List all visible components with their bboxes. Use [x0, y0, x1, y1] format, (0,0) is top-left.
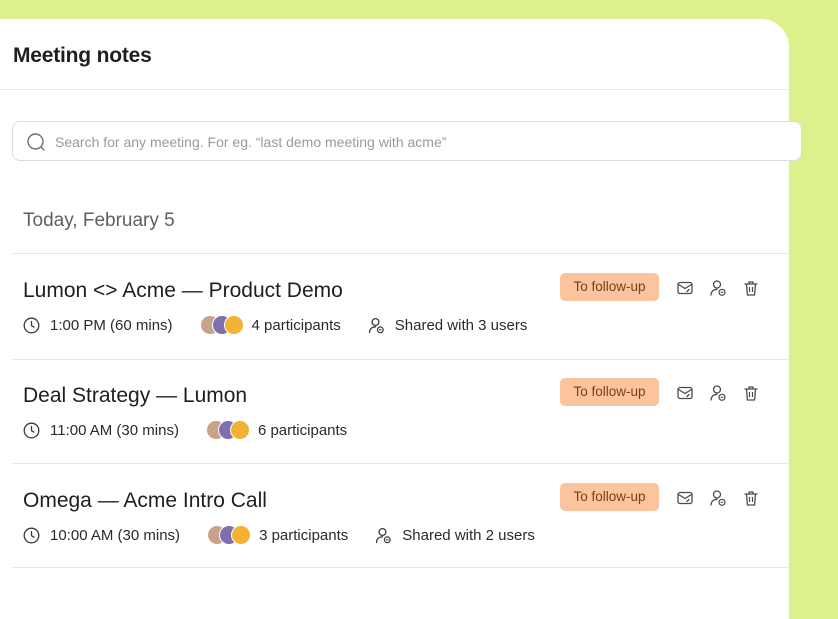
page-title: Meeting notes [13, 44, 152, 67]
follow-up-tag[interactable]: To follow-up [560, 273, 659, 301]
meeting-participants[interactable]: 4 participants [199, 315, 341, 335]
share-user-icon[interactable] [709, 489, 727, 507]
search-input[interactable] [55, 132, 755, 152]
meeting-shared[interactable]: Shared with 3 users [368, 316, 528, 334]
meeting-item[interactable]: Deal Strategy — Lumon 11:00 AM (30 mins)… [0, 360, 789, 464]
follow-up-mail-icon[interactable] [676, 279, 694, 297]
avatar [223, 315, 244, 335]
participants-count: 6 participants [257, 421, 348, 439]
meeting-meta: 10:00 AM (30 mins) 3 participants Shared… [23, 525, 535, 545]
meeting-participants[interactable]: 3 participants [207, 525, 348, 545]
clock-icon [23, 527, 40, 544]
meeting-meta: 1:00 PM (60 mins) 4 participants Shared … [23, 315, 527, 335]
meeting-participants[interactable]: 6 participants [205, 420, 348, 440]
delete-icon[interactable] [742, 279, 760, 297]
participants-count: 4 participants [251, 316, 341, 334]
meeting-title[interactable]: Deal Strategy — Lumon [23, 384, 247, 408]
participant-avatars [199, 315, 244, 335]
shared-users-icon [375, 527, 392, 544]
divider [12, 463, 789, 464]
share-user-icon[interactable] [709, 279, 727, 297]
search-bar[interactable] [12, 121, 802, 161]
clock-icon [23, 422, 40, 439]
meeting-time-text: 10:00 AM (30 mins) [50, 526, 181, 544]
date-group-heading: Today, February 5 [23, 210, 175, 231]
meeting-time: 1:00 PM (60 mins) [23, 317, 173, 334]
share-user-icon[interactable] [709, 384, 727, 402]
participant-avatars [205, 420, 250, 440]
meeting-time-text: 1:00 PM (60 mins) [50, 316, 173, 334]
meeting-title[interactable]: Omega — Acme Intro Call [23, 489, 267, 513]
search-icon [27, 133, 45, 151]
delete-icon[interactable] [742, 384, 760, 402]
shared-users-text: Shared with 2 users [402, 526, 535, 544]
delete-icon[interactable] [742, 489, 760, 507]
avatar [231, 525, 252, 545]
clock-icon [23, 317, 40, 334]
meeting-meta: 11:00 AM (30 mins) 6 participants [23, 420, 347, 440]
divider [12, 567, 789, 568]
avatar [229, 420, 250, 440]
meeting-item[interactable]: Lumon <> Acme — Product Demo 1:00 PM (60… [0, 255, 789, 359]
participants-count: 3 participants [259, 526, 349, 544]
shared-users-text: Shared with 3 users [394, 316, 528, 334]
meeting-item[interactable]: Omega — Acme Intro Call 10:00 AM (30 min… [0, 465, 789, 569]
follow-up-mail-icon[interactable] [676, 384, 694, 402]
follow-up-mail-icon[interactable] [676, 489, 694, 507]
shared-users-icon [368, 317, 385, 334]
meeting-title[interactable]: Lumon <> Acme — Product Demo [23, 279, 343, 303]
follow-up-tag[interactable]: To follow-up [560, 483, 659, 511]
divider [12, 253, 789, 254]
meeting-time-text: 11:00 AM (30 mins) [50, 421, 179, 439]
meeting-time: 11:00 AM (30 mins) [23, 422, 179, 439]
meeting-notes-panel: Meeting notes Today, February 5 Lumon <>… [0, 19, 802, 619]
follow-up-tag[interactable]: To follow-up [560, 378, 659, 406]
header: Meeting notes [0, 19, 789, 90]
participant-avatars [207, 525, 252, 545]
meeting-shared[interactable]: Shared with 2 users [375, 527, 535, 544]
meeting-time: 10:00 AM (30 mins) [23, 527, 180, 544]
